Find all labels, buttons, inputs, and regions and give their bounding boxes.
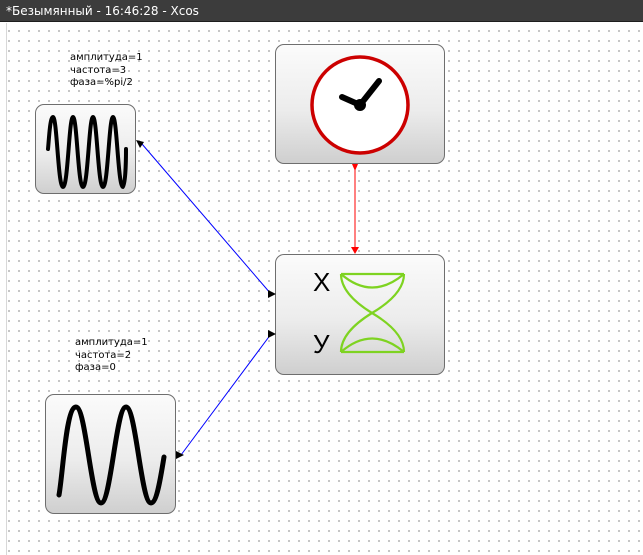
sine2-phase-text: фаза=0 [75, 362, 116, 373]
sine-wave-icon [46, 114, 128, 190]
xy-scope-icon [339, 272, 406, 354]
sine2-params-label: амплитуда=1 частота=2 фаза=0 [75, 337, 148, 375]
clock-center [354, 99, 366, 111]
sine-generator-block-1[interactable] [35, 104, 136, 194]
sine2-frequency-text: частота=2 [75, 349, 132, 361]
sine1-phase-text: фаза=%pi/2 [70, 77, 133, 88]
clock-icon [310, 55, 410, 155]
window-titlebar: *Безымянный - 16:46:28 - Xcos [0, 0, 643, 22]
sine1-frequency-text: частота=3 [70, 64, 127, 76]
sine-wave-icon [56, 404, 167, 506]
sine1-params-label: амплитуда=1 частота=3 фаза=%pi/2 [70, 52, 143, 90]
sine1-amplitude-text: амплитуда=1 [70, 52, 143, 63]
canvas-left-edge [0, 23, 7, 555]
sine2-amplitude-text: амплитуда=1 [75, 337, 148, 348]
sine-generator-block-2[interactable] [45, 394, 176, 514]
clock-block[interactable] [275, 44, 445, 164]
xy-scope-block[interactable]: X У [275, 254, 445, 375]
window-title: *Безымянный - 16:46:28 - Xcos [6, 4, 199, 18]
